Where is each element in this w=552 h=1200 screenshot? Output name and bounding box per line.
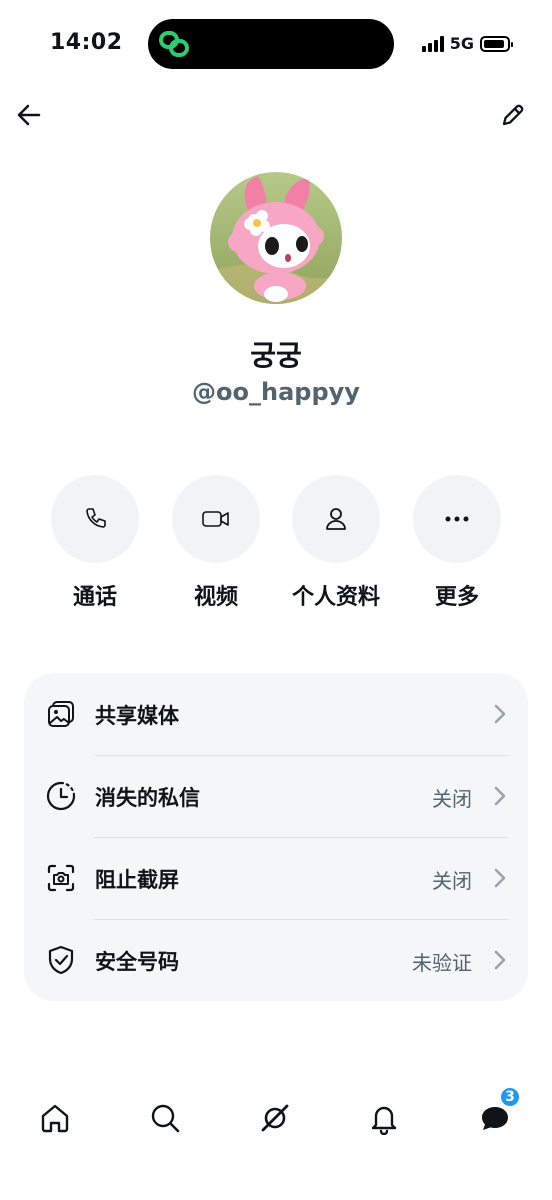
status-indicators: 5G (421, 34, 513, 53)
home-icon (41, 1104, 69, 1133)
profile-label: 个人资料 (291, 585, 380, 610)
network-type: 5G (449, 34, 474, 53)
screenshot-icon (44, 861, 78, 895)
more-button[interactable]: 更多 (397, 475, 517, 611)
tab-notifications[interactable] (360, 1094, 408, 1142)
person-icon (326, 508, 346, 530)
phone-icon (86, 508, 106, 528)
more-circle[interactable] (413, 475, 501, 563)
media-icon (44, 697, 78, 731)
battery-icon (480, 35, 513, 52)
safety-number-label: 安全号码 (95, 950, 179, 974)
grok-icon (261, 1104, 289, 1132)
settings-row-disappearing-messages[interactable]: 消失的私信 关闭 (24, 755, 528, 837)
block-screenshots-label: 阻止截屏 (95, 868, 179, 892)
settings-row-safety-number[interactable]: 安全号码 未验证 (24, 919, 528, 1001)
bell-icon (371, 1106, 397, 1135)
cellular-signal-icon (421, 35, 444, 52)
back-button[interactable] (12, 98, 46, 132)
video-label: 视频 (193, 585, 238, 610)
tab-grok[interactable] (251, 1094, 299, 1142)
safety-number-value: 未验证 (412, 951, 472, 975)
call-button[interactable]: 通话 (35, 475, 155, 611)
more-label: 更多 (434, 585, 479, 610)
call-label: 通话 (72, 585, 117, 610)
more-icon (445, 516, 469, 522)
shield-check-icon (44, 943, 78, 977)
arrow-left-icon (17, 104, 41, 126)
dynamic-island (148, 19, 394, 69)
video-button[interactable]: 视频 (156, 475, 276, 611)
call-circle[interactable] (51, 475, 139, 563)
profile-circle[interactable] (292, 475, 380, 563)
video-icon (202, 511, 229, 527)
username-handle: @oo_happyy (192, 378, 360, 406)
profile-button[interactable]: 个人资料 (276, 475, 396, 611)
chevron-right-icon (494, 786, 506, 806)
messages-badge: 3 (499, 1086, 521, 1108)
edit-button[interactable] (496, 98, 530, 132)
bottom-tab-bar: 3 (0, 1086, 552, 1144)
status-time: 14:02 (50, 30, 123, 55)
tab-messages[interactable]: 3 (471, 1086, 521, 1142)
app-link-icon (159, 31, 189, 57)
search-icon (151, 1104, 180, 1133)
tab-search[interactable] (141, 1094, 189, 1142)
chevron-right-icon (494, 950, 506, 970)
display-name: 궁궁 (250, 339, 302, 372)
shared-media-label: 共享媒体 (95, 704, 179, 728)
video-circle[interactable] (172, 475, 260, 563)
chevron-right-icon (494, 704, 506, 724)
disappearing-messages-value: 关闭 (432, 787, 472, 811)
tab-home[interactable] (31, 1094, 79, 1142)
timer-icon (44, 779, 78, 813)
settings-row-block-screenshots[interactable]: 阻止截屏 关闭 (24, 837, 528, 919)
settings-row-shared-media[interactable]: 共享媒体 (24, 673, 528, 755)
pencil-icon (502, 104, 524, 126)
block-screenshots-value: 关闭 (432, 869, 472, 893)
chevron-right-icon (494, 868, 506, 888)
disappearing-messages-label: 消失的私信 (95, 786, 200, 810)
avatar-image (210, 172, 342, 304)
avatar[interactable] (210, 172, 342, 304)
conversation-settings-card: 共享媒体 消失的私信 关闭 阻止截屏 关闭 安全号码 未验证 (24, 673, 528, 1001)
